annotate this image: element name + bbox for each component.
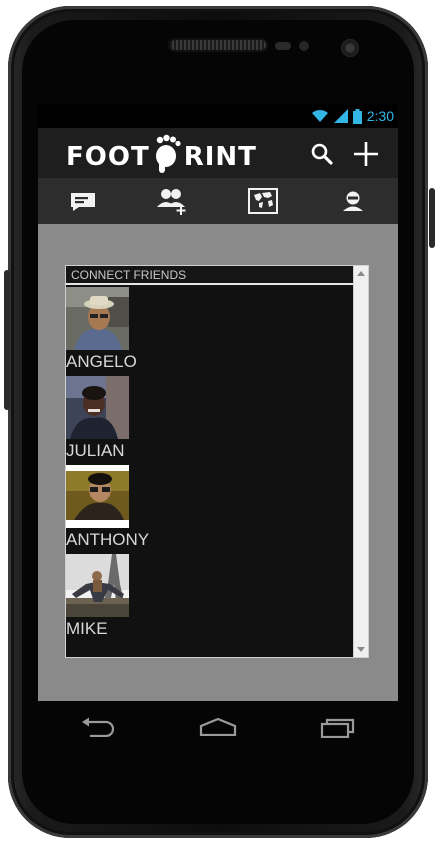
app-logo[interactable]: FOOT RINT — [66, 134, 257, 173]
home-icon — [199, 718, 237, 736]
logo-text-right: RINT — [183, 142, 257, 172]
friend-name: ANTHONY — [66, 530, 150, 549]
add-friends-icon — [157, 189, 186, 215]
friend-name: MIKE — [66, 619, 108, 638]
volume-button — [4, 270, 10, 410]
profile-icon — [343, 191, 363, 211]
scrollbar[interactable] — [353, 266, 368, 657]
battery-icon — [352, 108, 362, 124]
status-bar: 2:30 — [38, 104, 398, 128]
friend-avatar[interactable] — [66, 465, 129, 528]
back-icon — [82, 717, 115, 737]
tab-add-friends[interactable] — [128, 178, 218, 224]
recent-apps-icon — [320, 718, 355, 738]
messages-icon — [71, 193, 95, 211]
add-icon — [354, 142, 378, 166]
proximity-sensor — [275, 42, 291, 50]
friend-avatar[interactable] — [66, 554, 129, 617]
home-button[interactable] — [158, 701, 278, 753]
map-icon — [248, 188, 278, 214]
friend-name: JULIAN — [66, 441, 125, 460]
light-sensor — [299, 41, 309, 51]
action-bar: FOOT RINT — [38, 128, 398, 179]
signal-icon — [333, 109, 348, 123]
friend-name: ANGELO — [66, 352, 137, 371]
footprint-icon — [155, 134, 181, 173]
add-button[interactable] — [352, 140, 380, 168]
content-area: CONNECT FRIENDS ANGELO JULIAN ANTHONY MI… — [38, 224, 398, 701]
tab-profile[interactable] — [308, 178, 398, 224]
tab-bar — [38, 178, 398, 225]
system-nav-bar — [38, 701, 398, 753]
power-button — [429, 188, 435, 248]
logo-text-left: FOOT — [66, 142, 150, 172]
friend-avatar[interactable] — [66, 376, 129, 439]
friend-avatar[interactable] — [66, 287, 129, 350]
screen: 2:30 FOOT RINT CONNECT FRIENDS ANGELO JU… — [38, 104, 398, 701]
back-button[interactable] — [38, 701, 158, 753]
scroll-down-arrow[interactable] — [357, 647, 365, 652]
tab-map[interactable] — [218, 178, 308, 224]
scroll-up-arrow[interactable] — [357, 271, 365, 276]
tab-messages[interactable] — [38, 178, 128, 224]
wifi-icon — [311, 109, 328, 122]
earpiece-speaker — [170, 40, 266, 50]
search-icon — [311, 143, 333, 165]
connect-friends-panel: CONNECT FRIENDS ANGELO JULIAN ANTHONY MI… — [65, 265, 369, 658]
panel-header: CONNECT FRIENDS — [66, 266, 353, 285]
status-time: 2:30 — [366, 108, 394, 124]
front-camera — [341, 39, 359, 57]
search-button[interactable] — [308, 140, 336, 168]
recent-apps-button[interactable] — [278, 701, 398, 753]
